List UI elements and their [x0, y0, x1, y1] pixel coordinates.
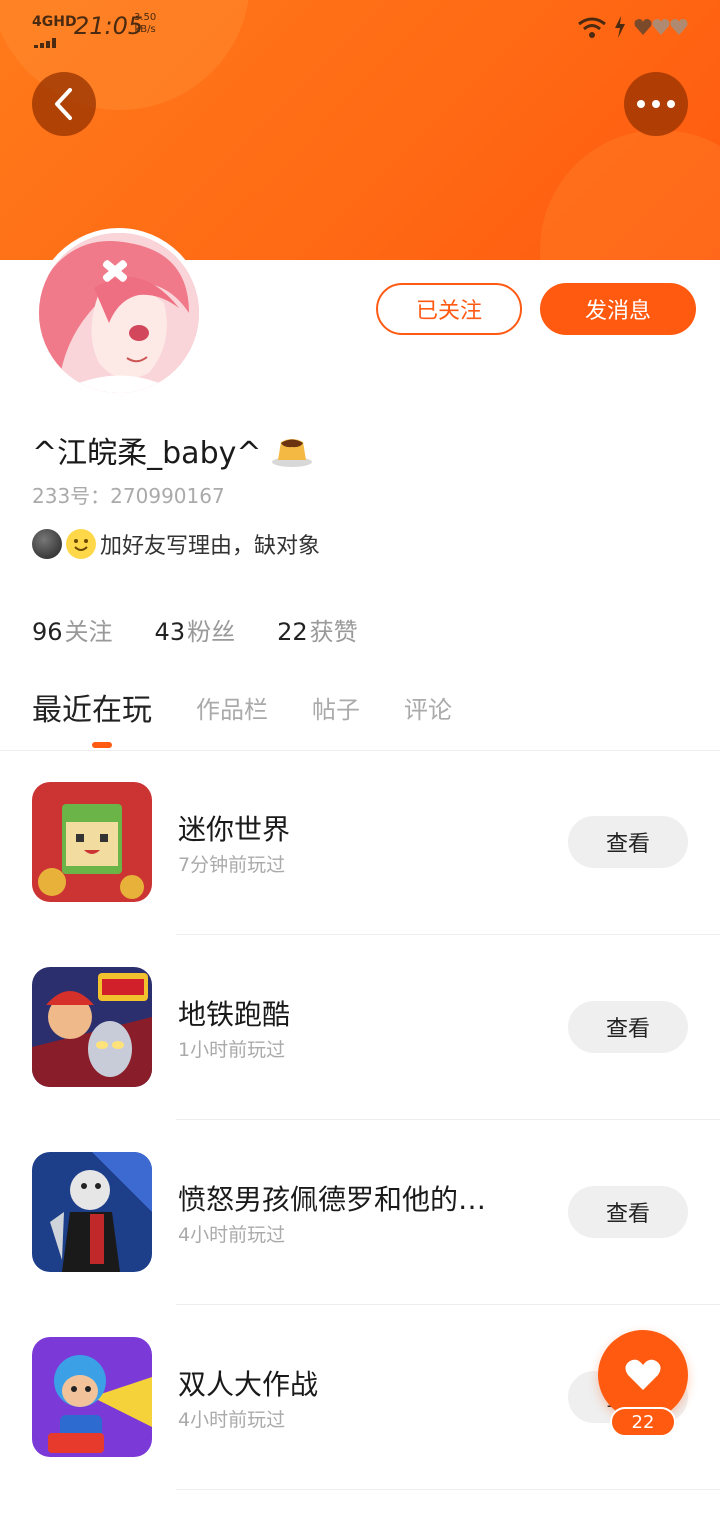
game-icon-pedro	[32, 1152, 152, 1272]
game-title: 愤怒男孩佩德罗和他的…	[178, 1183, 487, 1216]
heart-icon	[625, 1359, 661, 1390]
stat-num: 96	[32, 618, 63, 646]
dark-face-emoji-icon	[32, 529, 62, 559]
speed-unit: kB/s	[134, 24, 156, 35]
speed-value: 3.50	[134, 12, 157, 23]
send-message-button[interactable]: 发消息	[540, 283, 696, 335]
game-played-time: 4小时前玩过	[178, 1409, 286, 1431]
game-played-time: 4小时前玩过	[178, 1224, 286, 1246]
game-played-time: 7分钟前玩过	[178, 854, 286, 876]
stat-fans[interactable]: 43 粉丝	[155, 612, 236, 647]
game-title: 双人大作战	[178, 1368, 319, 1401]
stats-row: 96 关注 43 粉丝 22 获赞	[32, 612, 400, 647]
user-id: 233号：270990167	[32, 484, 225, 508]
list-item[interactable]: 地铁跑酷 1小时前玩过 查看	[0, 935, 720, 1120]
back-button[interactable]	[32, 72, 96, 136]
tab-recent-played[interactable]: 最近在玩	[32, 685, 152, 729]
status-time: 21:05	[74, 12, 144, 40]
game-icon-double-battle	[32, 1337, 152, 1457]
tab-posts[interactable]: 帖子	[312, 690, 360, 725]
network-speed: 3.50 kB/s	[134, 12, 156, 36]
username: ^江皖柔_baby^	[32, 428, 314, 472]
list-item[interactable]: 愤怒男孩佩德罗和他的… 4小时前玩过 查看	[0, 1120, 720, 1305]
charging-icon	[615, 16, 626, 38]
username-text: ^江皖柔_baby^	[32, 436, 262, 471]
stat-likes[interactable]: 22 获赞	[277, 612, 358, 647]
user-bio: 加好友写理由，缺对象	[32, 528, 320, 560]
divider	[176, 1489, 720, 1490]
status-icons	[577, 16, 688, 38]
tab-indicator	[92, 742, 112, 748]
game-title: 地铁跑酷	[178, 998, 291, 1031]
network-type: 4GHD	[32, 14, 77, 30]
status-bar: 4GHD 21:05 3.50 kB/s	[32, 10, 688, 48]
game-icon-mini-world	[32, 782, 152, 902]
tab-comments[interactable]: 评论	[404, 690, 452, 725]
bio-text: 加好友写理由，缺对象	[100, 534, 321, 559]
pudding-icon	[271, 439, 312, 467]
chevron-left-icon	[55, 88, 72, 120]
heart-battery-icon	[634, 19, 688, 35]
game-title: 迷你世界	[178, 813, 291, 846]
profile-header: 4GHD 21:05 3.50 kB/s	[0, 0, 720, 260]
game-icon-subway-surfers	[32, 967, 152, 1087]
avatar-image	[39, 233, 199, 393]
view-button[interactable]: 查看	[568, 1186, 688, 1238]
list-item[interactable]: 迷你世界 7分钟前玩过 查看	[0, 750, 720, 935]
stat-label: 获赞	[309, 618, 358, 646]
stat-label: 关注	[64, 618, 113, 646]
more-dots-icon	[637, 100, 675, 108]
wifi-icon	[577, 17, 606, 38]
profile-tabs: 最近在玩 作品栏 帖子 评论	[32, 684, 496, 730]
game-played-time: 1小时前玩过	[178, 1039, 286, 1061]
stat-following[interactable]: 96 关注	[32, 612, 113, 647]
smile-emoji-icon	[66, 529, 96, 559]
view-button[interactable]: 查看	[568, 816, 688, 868]
avatar[interactable]	[34, 228, 204, 398]
header-decoration	[540, 130, 720, 260]
tab-works[interactable]: 作品栏	[196, 690, 268, 725]
more-button[interactable]	[624, 72, 688, 136]
stat-num: 22	[277, 618, 308, 646]
view-button[interactable]: 查看	[568, 1001, 688, 1053]
like-count-badge: 22	[610, 1407, 676, 1437]
signal-icon	[34, 30, 58, 48]
followed-button[interactable]: 已关注	[376, 283, 522, 335]
stat-label: 粉丝	[187, 618, 236, 646]
stat-num: 43	[154, 618, 186, 646]
